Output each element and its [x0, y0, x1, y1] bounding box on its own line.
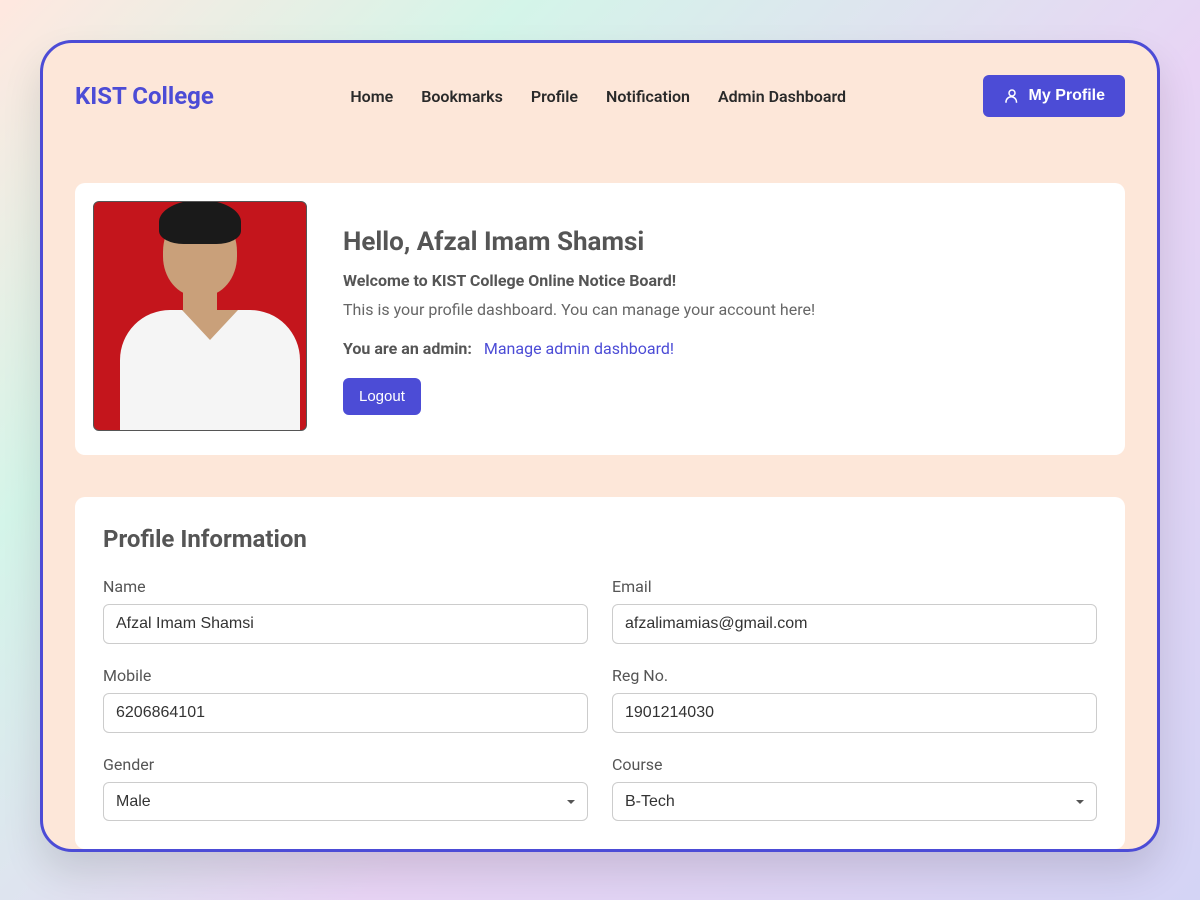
- admin-line: You are an admin: Manage admin dashboard…: [343, 339, 815, 358]
- mobile-field[interactable]: [103, 693, 588, 733]
- brand-logo[interactable]: KIST College: [75, 82, 214, 110]
- gender-select[interactable]: Male: [103, 782, 588, 821]
- navbar: KIST College Home Bookmarks Profile Noti…: [75, 67, 1125, 141]
- greeting: Hello, Afzal Imam Shamsi: [343, 227, 815, 257]
- course-select[interactable]: B-Tech: [612, 782, 1097, 821]
- gender-label: Gender: [103, 755, 588, 774]
- nav-home[interactable]: Home: [350, 87, 393, 106]
- app-frame: KIST College Home Bookmarks Profile Noti…: [40, 40, 1160, 852]
- admin-prefix: You are an admin:: [343, 339, 472, 358]
- nav-links: Home Bookmarks Profile Notification Admi…: [350, 87, 846, 106]
- my-profile-button[interactable]: My Profile: [983, 75, 1125, 117]
- course-label: Course: [612, 755, 1097, 774]
- nav-notification[interactable]: Notification: [606, 87, 690, 106]
- avatar: [93, 201, 307, 431]
- nav-profile[interactable]: Profile: [531, 87, 578, 106]
- welcome-card: Hello, Afzal Imam Shamsi Welcome to KIST…: [75, 183, 1125, 455]
- name-label: Name: [103, 577, 588, 596]
- regno-field[interactable]: [612, 693, 1097, 733]
- mobile-label: Mobile: [103, 666, 588, 685]
- profile-form: Name Email Mobile Reg No. Gender Male: [103, 577, 1097, 821]
- name-field[interactable]: [103, 604, 588, 644]
- welcome-description: This is your profile dashboard. You can …: [343, 300, 815, 319]
- email-field[interactable]: [612, 604, 1097, 644]
- admin-dashboard-link[interactable]: Manage admin dashboard!: [484, 339, 674, 358]
- my-profile-label: My Profile: [1029, 87, 1105, 105]
- nav-bookmarks[interactable]: Bookmarks: [421, 87, 503, 106]
- email-label: Email: [612, 577, 1097, 596]
- profile-info-title: Profile Information: [103, 525, 1097, 553]
- profile-info-card: Profile Information Name Email Mobile Re…: [75, 497, 1125, 849]
- regno-label: Reg No.: [612, 666, 1097, 685]
- nav-admin-dashboard[interactable]: Admin Dashboard: [718, 87, 846, 106]
- welcome-text: Hello, Afzal Imam Shamsi Welcome to KIST…: [343, 201, 815, 415]
- user-icon: [1003, 87, 1021, 105]
- welcome-subtitle: Welcome to KIST College Online Notice Bo…: [343, 271, 815, 290]
- logout-button[interactable]: Logout: [343, 378, 421, 415]
